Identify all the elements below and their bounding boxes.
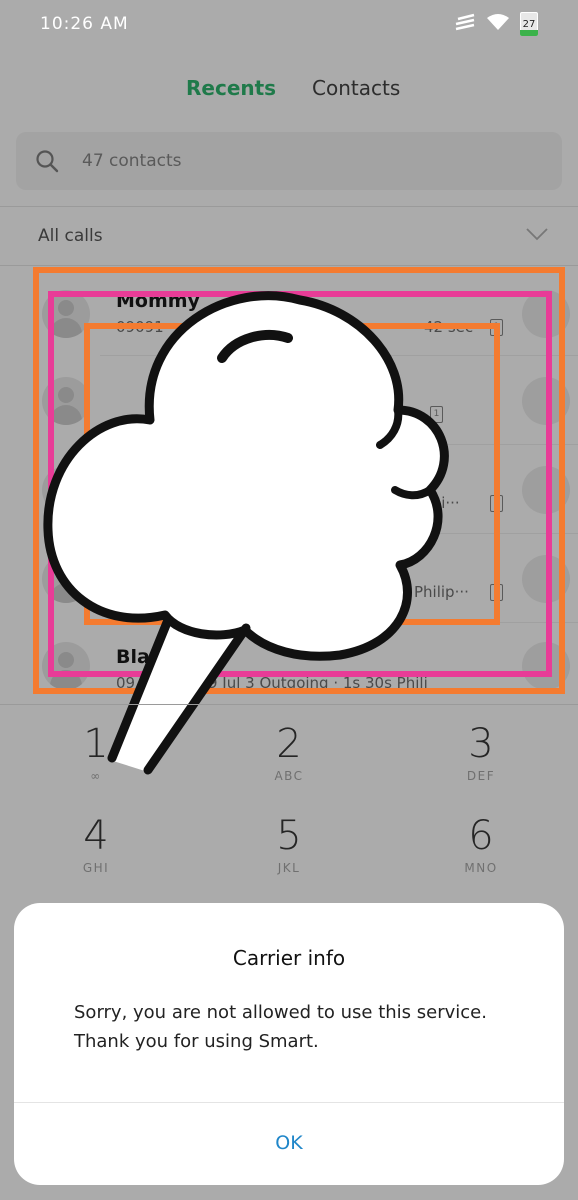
key-digit: 2 <box>276 721 302 767</box>
dialpad-key-1[interactable]: 1 ∞ <box>16 722 176 783</box>
key-letters: ABC <box>274 769 304 783</box>
dialpad-key-5[interactable]: 5 JKL <box>209 814 369 875</box>
key-digit: 5 <box>276 813 302 859</box>
wifi-icon <box>486 13 510 35</box>
tab-contacts[interactable]: Contacts <box>312 76 400 100</box>
dialpad-key-2[interactable]: 2 ABC <box>209 722 369 783</box>
tab-recents[interactable]: Recents <box>186 76 276 100</box>
ok-button[interactable]: OK <box>14 1108 564 1178</box>
call-filter-label[interactable]: All calls <box>38 226 103 246</box>
key-letters: JKL <box>277 861 301 875</box>
status-time: 10:26 AM <box>40 14 129 34</box>
voicemail-icon: ∞ <box>90 769 102 783</box>
key-digit: 6 <box>468 813 494 859</box>
dialpad-key-3[interactable]: 3 DEF <box>401 722 561 783</box>
dialog-title: Carrier info <box>232 946 346 970</box>
dialpad-key-6[interactable]: 6 MNO <box>401 814 561 875</box>
search-icon <box>36 150 59 173</box>
key-digit: 1 <box>83 721 109 767</box>
status-icons: 27 <box>454 12 538 36</box>
key-letters: DEF <box>466 769 496 783</box>
cloud-puff-sticker-icon <box>43 291 449 775</box>
signal-icon <box>454 13 476 35</box>
search-input[interactable]: 47 contacts <box>82 151 182 171</box>
dialog-message: Sorry, you are not allowed to use this s… <box>74 1002 487 1052</box>
divider <box>0 704 578 705</box>
divider <box>14 1102 564 1103</box>
chevron-down-icon[interactable] <box>524 224 550 244</box>
dialpad-key-4[interactable]: 4 GHI <box>16 814 176 875</box>
battery-icon: 27 <box>520 12 538 36</box>
key-digit: 3 <box>468 721 494 767</box>
key-letters: GHI <box>82 861 110 875</box>
divider <box>0 206 578 207</box>
key-letters: MNO <box>464 861 498 875</box>
key-digit: 4 <box>83 813 109 859</box>
